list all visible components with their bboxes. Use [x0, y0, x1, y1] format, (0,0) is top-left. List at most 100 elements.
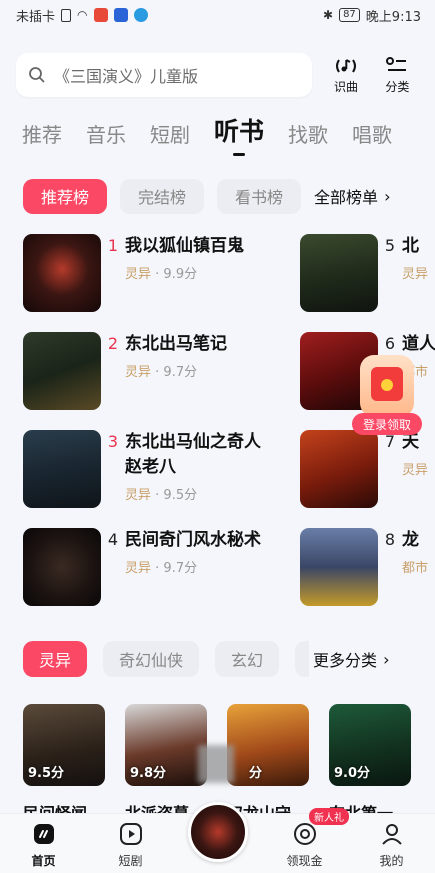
book-title: 民间奇门风水秘术 — [125, 530, 261, 550]
grid-book-item[interactable]: 9.0分 东北第一 — [329, 704, 411, 824]
tab-xuanhuan[interactable]: 玄幻 — [215, 641, 280, 677]
category-tabs: 灵异 奇幻仙侠 玄幻 更多分类 › — [23, 641, 435, 677]
rank-number: 1 — [107, 236, 119, 255]
category-label: 分类 — [385, 79, 410, 94]
tab-short-drama[interactable]: 短剧 — [150, 119, 190, 154]
book-cover — [23, 332, 101, 410]
all-rankings-label: 全部榜单 — [314, 188, 379, 207]
blurred-overlay — [198, 745, 234, 783]
chevron-right-icon: › — [384, 186, 391, 206]
identify-label: 识曲 — [333, 79, 358, 94]
music-identify-icon — [335, 58, 356, 73]
list-item[interactable]: 4 民间奇门风水秘术 灵异 · 9.7分 — [23, 528, 271, 606]
search-input[interactable]: 《三国演义》儿童版 — [16, 53, 313, 97]
new-user-badge: 新人礼 — [309, 808, 349, 825]
tab-audiobook[interactable]: 听书 — [214, 112, 264, 154]
battery-icon: 87 — [339, 8, 360, 22]
nav-shorts[interactable]: 短剧 — [87, 814, 174, 873]
tab-find-song[interactable]: 找歌 — [288, 119, 328, 154]
tab-sing[interactable]: 唱歌 — [352, 119, 392, 154]
tab-supernatural[interactable]: 灵异 — [23, 641, 88, 677]
status-bar: 未插卡 ◠ ✱ 87 晚上9:13 — [0, 0, 435, 30]
category-button[interactable]: 分类 — [374, 56, 421, 95]
grid-book-item[interactable]: 9.8分 北派盗墓 — [125, 704, 207, 824]
all-rankings-link[interactable]: 全部榜单 › — [314, 184, 390, 208]
book-title: 东北出马笔记 — [125, 334, 227, 354]
book-category: 灵异 — [125, 488, 152, 503]
nav-mine[interactable]: 我的 — [348, 814, 435, 873]
list-item[interactable]: 8 龙 都市 — [300, 528, 435, 606]
book-cover — [23, 234, 101, 312]
list-item[interactable]: 5 北 灵异 — [300, 234, 435, 312]
main-tabs: 推荐 音乐 短剧 听书 找歌 唱歌 — [22, 110, 435, 154]
user-icon — [381, 824, 402, 845]
home-icon — [33, 824, 54, 844]
book-score: 9.5分 — [28, 766, 65, 781]
search-placeholder: 《三国演义》儿童版 — [54, 67, 199, 86]
book-score: 分 — [249, 766, 263, 781]
book-title: 龙 — [402, 530, 419, 550]
nav-coins-label: 领现金 — [286, 854, 323, 868]
book-cover — [300, 430, 378, 508]
rank-number: 4 — [107, 530, 119, 549]
play-icon — [119, 823, 142, 845]
book-cover — [300, 234, 378, 312]
book-title: 我以狐仙镇百鬼 — [125, 236, 244, 256]
book-cover: 9.8分 — [125, 704, 207, 786]
rank-number: 2 — [107, 334, 119, 353]
rank-number: 8 — [384, 530, 396, 549]
tab-finished-ranking[interactable]: 完结榜 — [120, 178, 205, 214]
book-cover: 9.0分 — [329, 704, 411, 786]
rank-number: 7 — [384, 432, 396, 451]
book-score: 9.7分 — [163, 365, 198, 380]
app-notification-icon — [93, 8, 108, 22]
tab-reading-ranking[interactable]: 看书榜 — [217, 178, 302, 214]
nav-shorts-label: 短剧 — [118, 854, 143, 868]
nav-now-playing[interactable] — [174, 802, 261, 873]
book-category: 都市 — [402, 561, 429, 576]
book-title: 道人 — [402, 334, 435, 354]
identify-song-button[interactable]: 识曲 — [322, 56, 369, 95]
grid-book-item[interactable]: 9.5分 民间怪闻 — [23, 704, 105, 824]
category-icon — [386, 56, 407, 71]
app-notification-icon-2 — [113, 8, 128, 22]
book-category: 灵异 — [402, 463, 429, 478]
list-item[interactable]: 7 天 灵异 — [300, 430, 435, 508]
list-item[interactable]: 1 我以狐仙镇百鬼 灵异 · 9.9分 — [23, 234, 271, 312]
nav-home[interactable]: 首页 — [0, 814, 87, 873]
login-reward-widget[interactable]: 登录领取 — [352, 355, 422, 435]
book-category: 灵异 — [125, 267, 152, 282]
search-icon — [29, 67, 45, 83]
clock: 晚上9:13 — [365, 9, 421, 25]
grid-book-item[interactable]: 分 双龙山守 — [227, 704, 309, 824]
tab-fantasy-xianxia[interactable]: 奇幻仙侠 — [103, 641, 200, 677]
book-category: 灵异 — [125, 561, 152, 576]
app-notification-icon-3 — [133, 8, 148, 22]
now-playing-disc — [187, 802, 248, 862]
bottom-navigation: 首页 短剧 新人礼 领现金 我的 — [0, 802, 435, 873]
carrier-text: 未插卡 — [16, 9, 56, 25]
tab-recommend-ranking[interactable]: 推荐榜 — [23, 178, 108, 214]
book-cover — [23, 430, 101, 508]
tab-partial[interactable] — [295, 641, 310, 677]
book-cover: 9.5分 — [23, 704, 105, 786]
rank-number: 3 — [107, 432, 119, 451]
nav-home-label: 首页 — [31, 854, 56, 868]
list-item[interactable]: 2 东北出马笔记 灵异 · 9.7分 — [23, 332, 271, 410]
coin-icon — [293, 823, 316, 845]
book-score: 9.5分 — [163, 488, 198, 503]
list-item[interactable]: 3 东北出马仙之奇人赵老八 灵异 · 9.5分 — [23, 430, 271, 508]
book-cover: 分 — [227, 704, 309, 786]
rank-number: 5 — [384, 236, 396, 255]
ranking-tabs: 推荐榜 完结榜 看书榜 全部榜单 › — [23, 178, 435, 214]
nav-coins[interactable]: 新人礼 领现金 — [261, 808, 349, 873]
more-categories-label: 更多分类 — [313, 651, 378, 670]
search-row: 《三国演义》儿童版 识曲 分类 — [16, 52, 421, 98]
chevron-right-icon: › — [383, 649, 390, 669]
tab-recommend[interactable]: 推荐 — [22, 119, 62, 154]
tab-music[interactable]: 音乐 — [86, 119, 126, 154]
book-score: 9.9分 — [163, 267, 198, 282]
book-category: 灵异 — [402, 267, 429, 282]
book-title: 东北出马仙之奇人赵老八 — [125, 432, 261, 477]
more-categories-link[interactable]: 更多分类 › — [313, 647, 389, 671]
